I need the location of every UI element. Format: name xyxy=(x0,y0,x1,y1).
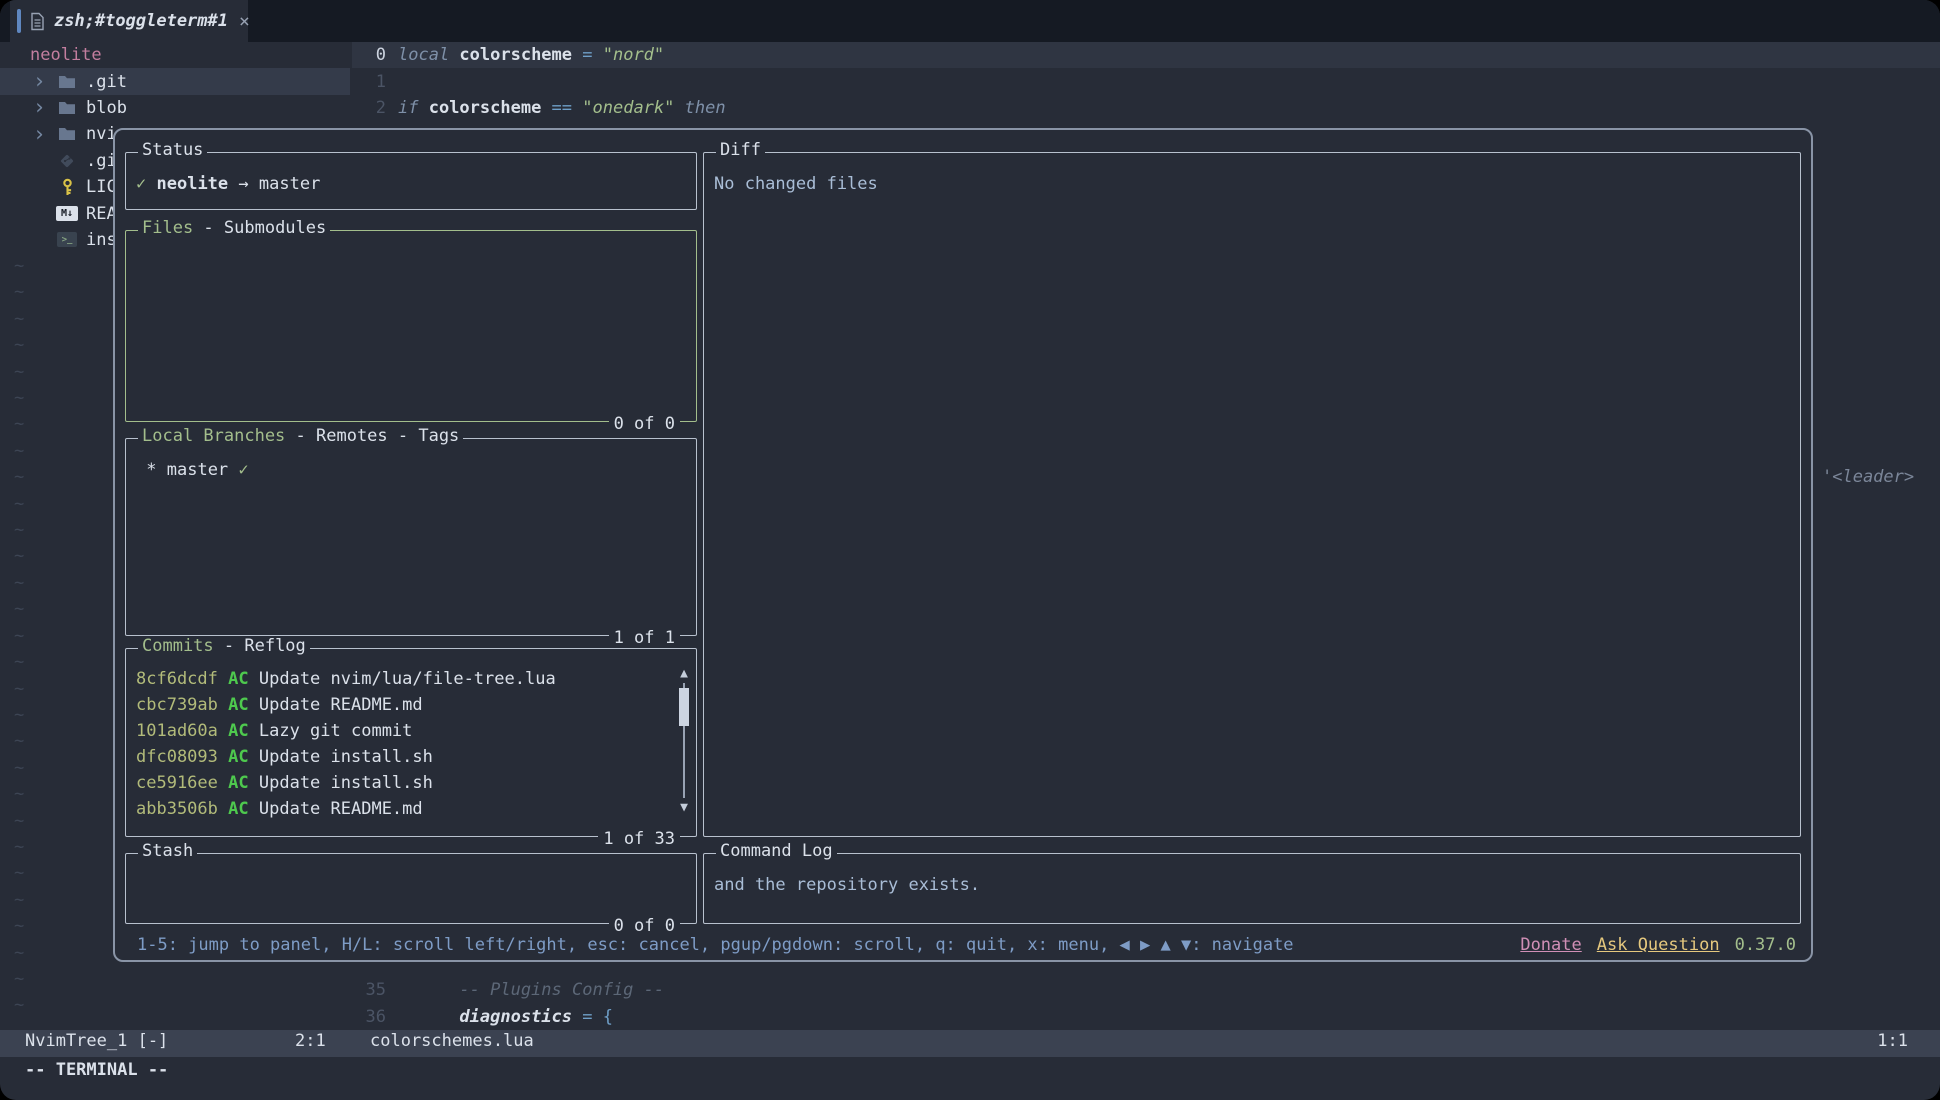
command-log-content: and the repository exists. xyxy=(714,872,980,898)
donate-link[interactable]: Donate xyxy=(1520,935,1581,955)
line-number: 2 xyxy=(352,98,386,118)
chevron-right-icon[interactable]: › xyxy=(33,71,46,92)
folder-icon xyxy=(56,72,78,92)
lazygit-diff-panel[interactable]: Diff No changed files xyxy=(703,152,1801,837)
code-line: 2 if colorscheme == "onedark" then xyxy=(352,95,1940,121)
scrollbar-thumb[interactable] xyxy=(679,688,689,726)
statusline-right-cursor-position: 1:1 xyxy=(1877,1031,1908,1051)
panel-title: Files - Submodules xyxy=(138,218,330,238)
filetree-item-blob-folder[interactable]: › blob xyxy=(0,95,350,121)
lazygit-commits-panel[interactable]: Commits - Reflog 8cf6dcdf AC Update nvim… xyxy=(125,648,697,837)
mode-indicator: -- TERMINAL -- xyxy=(25,1060,168,1080)
keybinding-hints: 1-5: jump to panel, H/L: scroll left/rig… xyxy=(137,935,1294,955)
commits-count: 1 of 33 xyxy=(598,829,680,849)
lazygit-status-panel[interactable]: Status ✓ neolite → master xyxy=(125,152,697,210)
code-fragment-leader: '<leader> xyxy=(1822,464,1914,490)
tab-active-indicator xyxy=(17,9,21,33)
line-number: 36 xyxy=(352,1007,386,1027)
commit-row[interactable]: cbc739ab AC Update README.md xyxy=(136,692,670,718)
lazygit-float-window: Status ✓ neolite → master Files - Submod… xyxy=(113,128,1813,962)
commit-row[interactable]: ce5916ee AC Update install.sh xyxy=(136,770,670,796)
lazygit-keybindings-bar: 1-5: jump to panel, H/L: scroll left/rig… xyxy=(137,932,1796,958)
ask-question-link[interactable]: Ask Question xyxy=(1597,935,1720,955)
folder-icon xyxy=(56,98,78,118)
version-label: 0.37.0 xyxy=(1735,935,1796,955)
panel-title: Local Branches - Remotes - Tags xyxy=(138,426,463,446)
document-icon xyxy=(30,11,45,31)
panel-title: Stash xyxy=(138,841,197,861)
scroll-down-icon[interactable]: ▼ xyxy=(680,801,688,814)
code-line: 35 -- Plugins Config -- xyxy=(352,977,1940,1003)
chevron-right-icon[interactable]: › xyxy=(33,97,46,118)
check-icon: ✓ xyxy=(238,460,248,480)
code-line: 1 xyxy=(352,68,1940,94)
statusline-filename: colorschemes.lua xyxy=(370,1031,534,1051)
scroll-up-icon[interactable]: ▲ xyxy=(680,667,688,680)
folder-icon xyxy=(56,124,78,144)
commit-row[interactable]: 8cf6dcdf AC Update nvim/lua/file-tree.lu… xyxy=(136,666,670,692)
check-icon: ✓ xyxy=(136,174,146,194)
lazygit-command-log-panel[interactable]: Command Log and the repository exists. xyxy=(703,853,1801,924)
panel-title: Diff xyxy=(716,140,765,160)
commit-row[interactable]: abb3506b AC Update README.md xyxy=(136,796,670,822)
key-icon xyxy=(56,177,78,197)
git-icon xyxy=(56,151,78,171)
filetree-root[interactable]: neolite xyxy=(0,42,350,68)
tabline: zsh;#toggleterm#1 × xyxy=(0,0,1940,42)
commit-row[interactable]: 101ad60a AC Lazy git commit xyxy=(136,718,670,744)
statusline: NvimTree_1 [-] 2:1 colorschemes.lua 1:1 xyxy=(0,1030,1940,1057)
status-line: ✓ neolite → master xyxy=(136,171,320,197)
commits-scrollbar[interactable]: ▲ ▼ xyxy=(675,667,693,814)
branches-count: 1 of 1 xyxy=(609,628,680,648)
lazygit-branches-panel[interactable]: Local Branches - Remotes - Tags * master… xyxy=(125,438,697,636)
filetree-item-git-folder[interactable]: › .git xyxy=(0,68,350,94)
markdown-icon: M↓ xyxy=(56,204,78,224)
line-number: 1 xyxy=(352,72,386,92)
statusline-cursor-position: 2:1 xyxy=(295,1031,326,1051)
filetree-root-label: neolite xyxy=(30,45,102,65)
files-count: 0 of 0 xyxy=(609,414,680,434)
code-line: 36 diagnostics = { xyxy=(352,1003,1940,1029)
arrow-right-icon: → xyxy=(238,174,248,194)
line-number: 0 xyxy=(352,45,386,65)
code-line: 0 local colorscheme = "nord" xyxy=(352,42,1940,68)
chevron-right-icon[interactable]: › xyxy=(33,124,46,145)
panel-title: Commits - Reflog xyxy=(138,636,310,656)
tilde-column: ~ ~ ~ ~ ~ ~ ~ ~ ~ ~ ~ ~ ~ ~ ~ ~ ~ ~ ~ ~ … xyxy=(14,253,24,1019)
statusline-buffer-name: NvimTree_1 [-] xyxy=(25,1031,168,1051)
scrollbar-track[interactable] xyxy=(683,683,685,798)
diff-content: No changed files xyxy=(714,171,878,197)
panel-title: Command Log xyxy=(716,841,837,861)
line-number: 35 xyxy=(352,980,386,1000)
nvim-window: zsh;#toggleterm#1 × neolite › .git › blo… xyxy=(0,0,1940,1100)
commit-row[interactable]: dfc08093 AC Update install.sh xyxy=(136,744,670,770)
commit-list: 8cf6dcdf AC Update nvim/lua/file-tree.lu… xyxy=(136,666,670,822)
panel-title: Status xyxy=(138,140,207,160)
lazygit-stash-panel[interactable]: Stash 0 of 0 xyxy=(125,853,697,924)
tab-title: zsh;#toggleterm#1 xyxy=(54,11,228,31)
tab-toggleterm[interactable]: zsh;#toggleterm#1 × xyxy=(10,0,248,42)
branch-row[interactable]: * master ✓ xyxy=(136,457,249,483)
lazygit-files-panel[interactable]: Files - Submodules 0 of 0 xyxy=(125,230,697,422)
terminal-icon: >_ xyxy=(56,230,78,250)
tab-close-icon[interactable]: × xyxy=(239,11,250,32)
